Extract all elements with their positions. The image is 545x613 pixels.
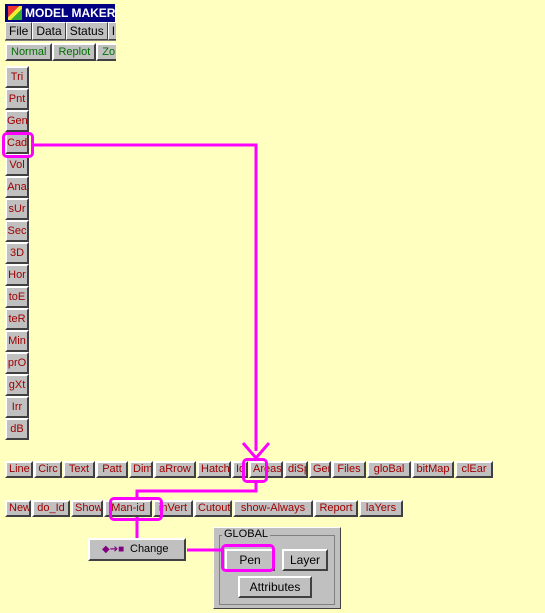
id-to-manid-connector (135, 483, 258, 499)
annotation-lines (33, 143, 271, 552)
cad-to-id-connector (33, 143, 258, 451)
